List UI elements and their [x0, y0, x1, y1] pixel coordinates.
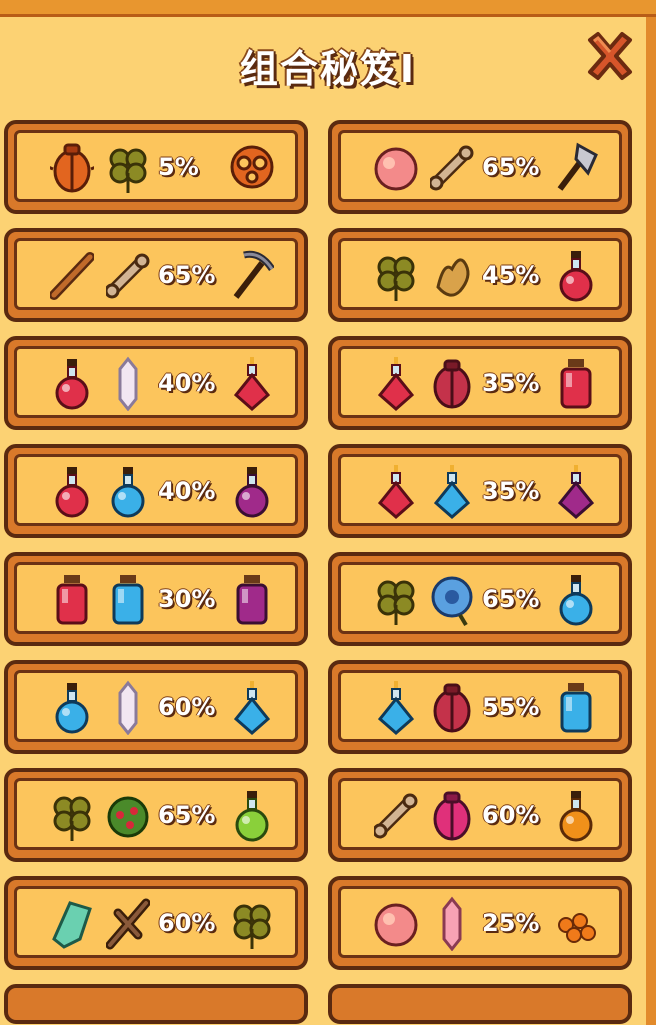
- crystal-icon: [106, 355, 150, 411]
- success-chance: 5%: [158, 153, 199, 181]
- purple-bottle-icon: [230, 571, 274, 627]
- clover-icon: [230, 895, 274, 951]
- success-chance: 25%: [482, 909, 540, 937]
- red-beetle-icon: [430, 355, 474, 411]
- recipe-card[interactable]: 55%: [328, 660, 632, 754]
- pink-beetle-icon: [430, 787, 474, 843]
- clover-icon: [106, 139, 150, 195]
- stick-icon: [50, 247, 94, 303]
- blue-bottle-icon: [106, 571, 150, 627]
- red-potion-icon: [554, 247, 598, 303]
- clover-icon: [374, 571, 418, 627]
- blue-potion-icon: [50, 679, 94, 735]
- recipe-card-partial[interactable]: [328, 984, 632, 1024]
- clover-icon: [374, 247, 418, 303]
- peach-icon: [374, 139, 418, 195]
- red-flask-icon: [374, 355, 418, 411]
- recipe-card[interactable]: 65%: [4, 768, 308, 862]
- pretzel-icon: [230, 139, 274, 195]
- axe-icon: [554, 139, 598, 195]
- success-chance: 40%: [158, 477, 216, 505]
- blue-bottle-icon: [554, 679, 598, 735]
- purple-flask-icon: [554, 463, 598, 519]
- recipe-card[interactable]: 5%: [4, 120, 308, 214]
- success-chance: 60%: [482, 801, 540, 829]
- success-chance: 60%: [158, 909, 216, 937]
- clover-icon: [50, 787, 94, 843]
- twig-icon: [106, 895, 150, 951]
- success-chance: 55%: [482, 693, 540, 721]
- success-chance: 65%: [158, 801, 216, 829]
- red-bottle-icon: [554, 355, 598, 411]
- blue-potion-icon: [106, 463, 150, 519]
- green-crystal-icon: [50, 895, 94, 951]
- orange-eggs-icon: [554, 895, 598, 951]
- blue-flower-icon: [430, 571, 474, 627]
- recipe-card[interactable]: 60%: [328, 768, 632, 862]
- beetle-icon: [50, 139, 94, 195]
- recipe-card[interactable]: 65%: [328, 552, 632, 646]
- berry-bush-icon: [106, 787, 150, 843]
- blue-flask-icon: [374, 679, 418, 735]
- crystal-icon: [106, 679, 150, 735]
- purple-potion-icon: [230, 463, 274, 519]
- recipe-card[interactable]: 40%: [4, 444, 308, 538]
- page-title: 组合秘笈I: [239, 47, 417, 91]
- blue-potion-icon: [554, 571, 598, 627]
- recipe-card[interactable]: 60%: [4, 876, 308, 970]
- bone-icon: [374, 787, 418, 843]
- red-potion-icon: [50, 463, 94, 519]
- recipe-card[interactable]: 65%: [4, 228, 308, 322]
- recipe-card[interactable]: 45%: [328, 228, 632, 322]
- blue-flask-icon: [230, 679, 274, 735]
- red-bottle-icon: [50, 571, 94, 627]
- recipe-card[interactable]: 60%: [4, 660, 308, 754]
- orange-potion-icon: [554, 787, 598, 843]
- success-chance: 45%: [482, 261, 540, 289]
- green-potion-icon: [230, 787, 274, 843]
- success-chance: 40%: [158, 369, 216, 397]
- bone-icon: [106, 247, 150, 303]
- success-chance: 60%: [158, 693, 216, 721]
- peach-icon: [374, 895, 418, 951]
- close-button[interactable]: [584, 30, 636, 82]
- success-chance: 65%: [482, 585, 540, 613]
- red-beetle-icon: [430, 679, 474, 735]
- success-chance: 65%: [158, 261, 216, 289]
- success-chance: 65%: [482, 153, 540, 181]
- top-border: [0, 0, 656, 17]
- recipe-card[interactable]: 30%: [4, 552, 308, 646]
- success-chance: 35%: [482, 369, 540, 397]
- ginger-root-icon: [430, 247, 474, 303]
- blue-flask-icon: [430, 463, 474, 519]
- success-chance: 30%: [158, 585, 216, 613]
- pickaxe-icon: [230, 247, 274, 303]
- recipe-card[interactable]: 35%: [328, 444, 632, 538]
- red-flask-icon: [374, 463, 418, 519]
- success-chance: 35%: [482, 477, 540, 505]
- recipe-card[interactable]: 35%: [328, 336, 632, 430]
- recipe-card-partial[interactable]: [4, 984, 308, 1024]
- close-x-icon: [588, 32, 632, 80]
- red-potion-icon: [50, 355, 94, 411]
- red-flask-icon: [230, 355, 274, 411]
- recipe-card[interactable]: 25%: [328, 876, 632, 970]
- recipe-card[interactable]: 65%: [328, 120, 632, 214]
- pink-crystal-icon: [430, 895, 474, 951]
- bone-icon: [430, 139, 474, 195]
- recipe-card[interactable]: 40%: [4, 336, 308, 430]
